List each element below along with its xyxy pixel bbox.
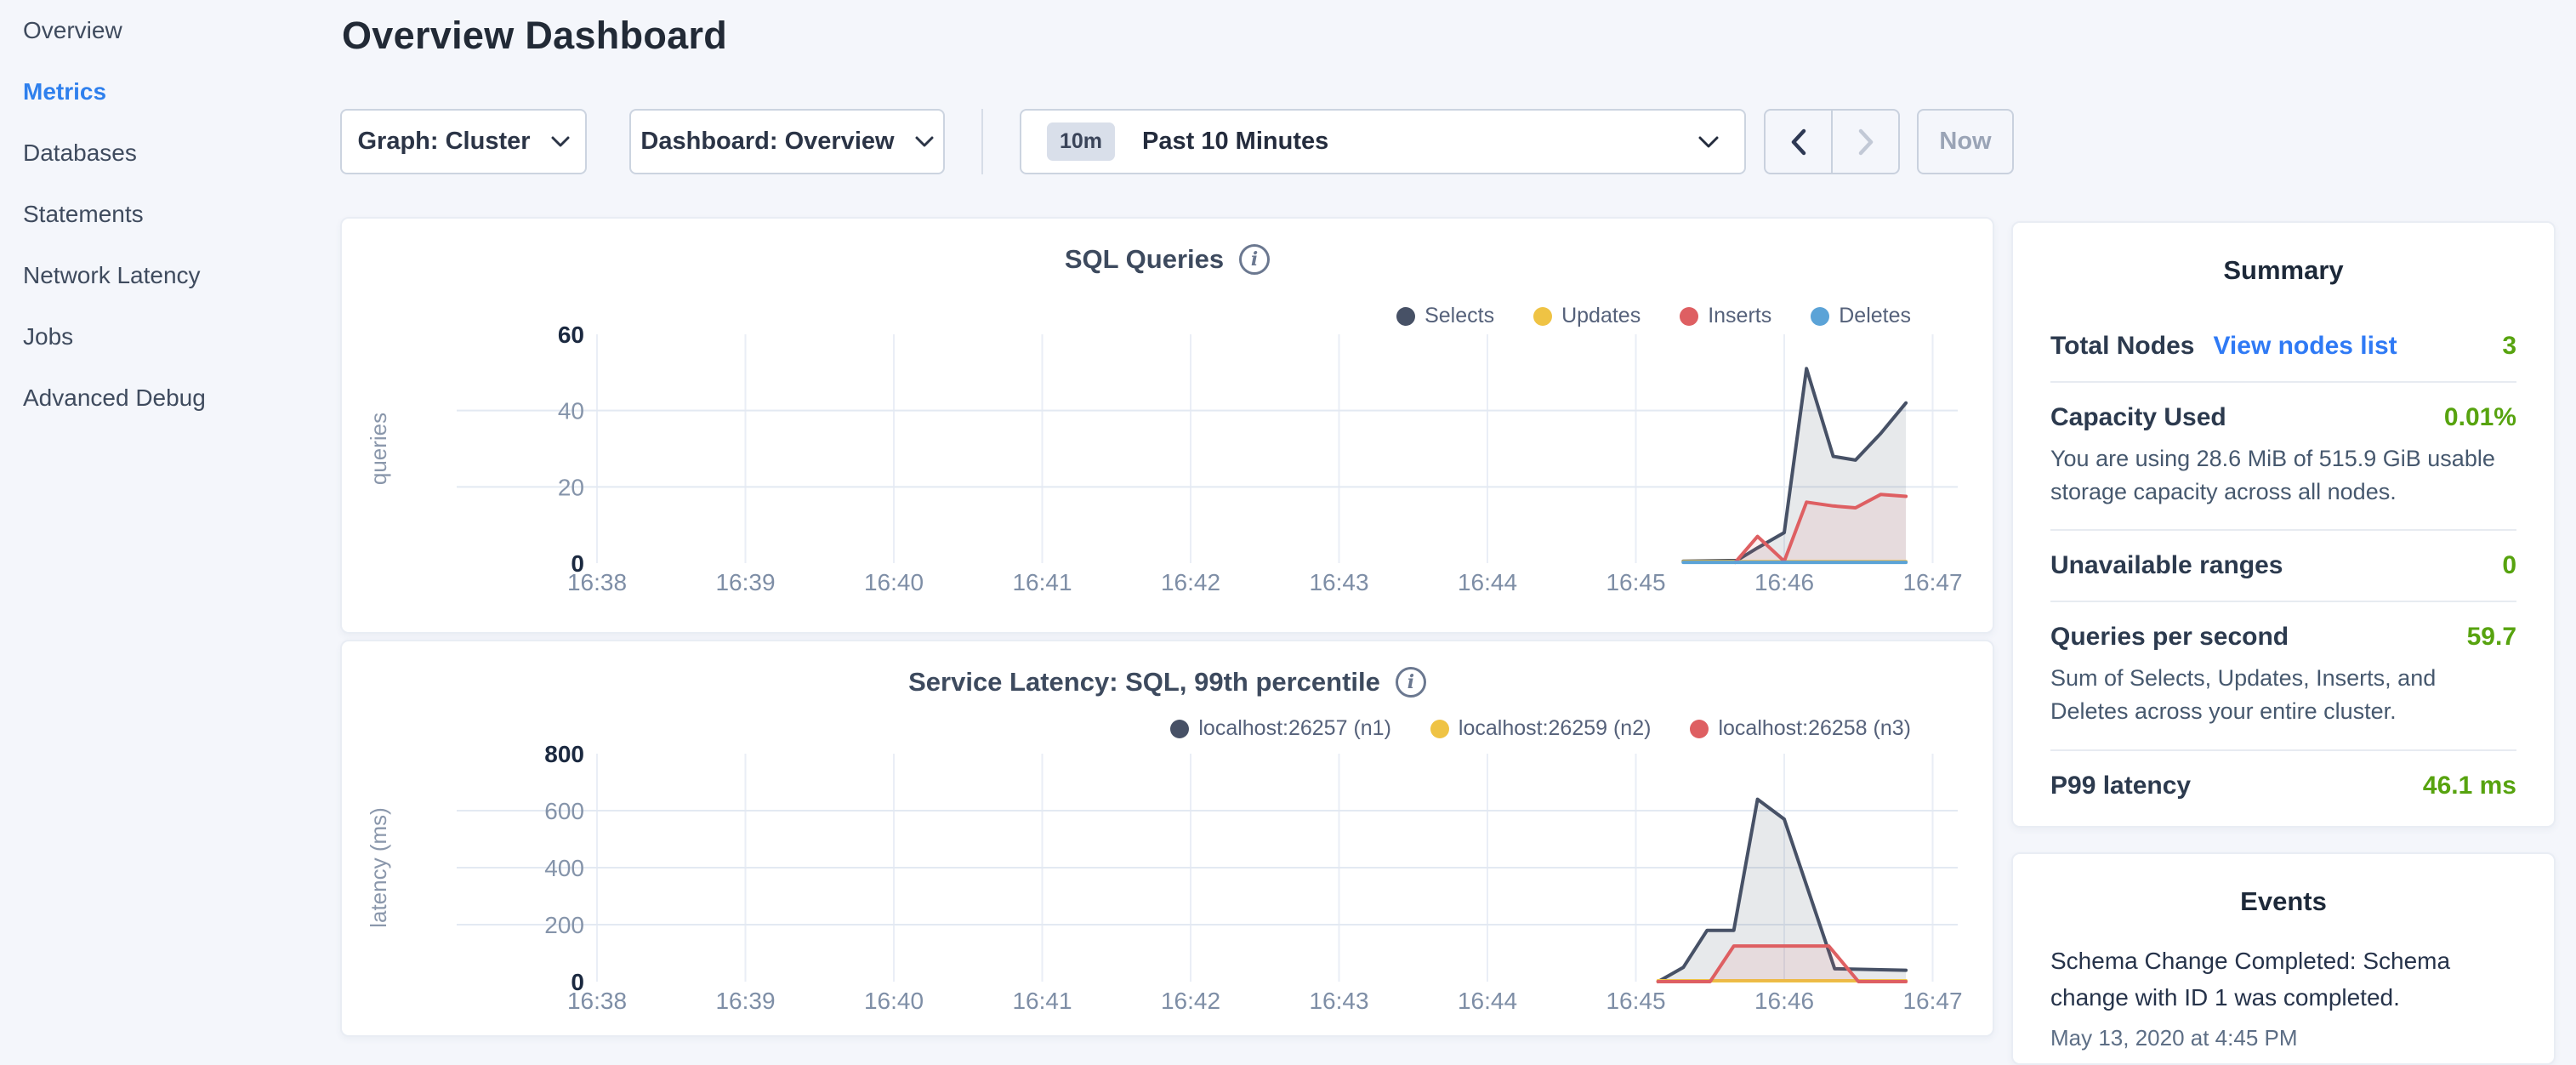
graph-dropdown[interactable]: Graph: Cluster — [340, 109, 587, 174]
sidebar-item-network-latency[interactable]: Network Latency — [23, 245, 329, 306]
chevron-down-icon — [551, 136, 570, 147]
svg-text:16:43: 16:43 — [1309, 569, 1368, 595]
summary-label: P99 latency — [2050, 772, 2191, 800]
summary-row-unavailable-ranges: Unavailable ranges 0 — [2050, 531, 2516, 602]
chevron-down-icon — [915, 136, 934, 147]
time-prev-button[interactable] — [1766, 111, 1831, 173]
summary-subtext: Sum of Selects, Updates, Inserts, and De… — [2050, 662, 2516, 728]
svg-text:16:42: 16:42 — [1161, 988, 1220, 1014]
sidebar-item-jobs[interactable]: Jobs — [23, 306, 329, 367]
event-list-item[interactable]: Schema Change Completed: Schema change w… — [2050, 943, 2516, 1051]
sidebar-item-advanced-debug[interactable]: Advanced Debug — [23, 367, 329, 429]
summary-panel: Summary Total Nodes View nodes list 3 Ca… — [2011, 221, 2556, 828]
summary-label: Unavailable ranges — [2050, 551, 2283, 580]
chevron-left-icon — [1790, 128, 1807, 156]
event-timestamp: May 13, 2020 at 4:45 PM — [2050, 1025, 2516, 1051]
summary-row-queries-per-second: Queries per second 59.7 Sum of Selects, … — [2050, 602, 2516, 750]
svg-text:16:43: 16:43 — [1309, 988, 1368, 1014]
events-title: Events — [2050, 886, 2516, 917]
svg-text:60: 60 — [558, 322, 584, 348]
sql-queries-plot[interactable]: 16:3816:3916:4016:4116:4216:4316:4416:45… — [342, 219, 1996, 635]
summary-value: 46.1 ms — [2423, 772, 2516, 800]
svg-text:16:44: 16:44 — [1458, 988, 1517, 1014]
svg-text:20: 20 — [558, 474, 584, 500]
service-latency-plot[interactable]: 16:3816:3916:4016:4116:4216:4316:4416:45… — [342, 641, 1996, 1039]
svg-text:16:39: 16:39 — [715, 569, 775, 595]
svg-text:16:39: 16:39 — [715, 988, 775, 1014]
svg-text:0: 0 — [571, 969, 584, 995]
svg-text:16:46: 16:46 — [1754, 988, 1814, 1014]
summary-value: 0.01% — [2444, 403, 2516, 432]
service-latency-chart-card: Service Latency: SQL, 99th percentile i … — [340, 640, 1994, 1037]
summary-row-capacity-used: Capacity Used 0.01% You are using 28.6 M… — [2050, 383, 2516, 531]
controls-divider — [981, 109, 983, 174]
page-title: Overview Dashboard — [342, 14, 727, 58]
summary-value: 0 — [2502, 551, 2516, 580]
svg-text:16:45: 16:45 — [1606, 988, 1665, 1014]
chevron-down-icon — [1698, 136, 1719, 148]
sidebar-item-statements[interactable]: Statements — [23, 184, 329, 245]
svg-text:16:46: 16:46 — [1754, 569, 1814, 595]
svg-text:16:42: 16:42 — [1161, 569, 1220, 595]
sidebar: Overview Metrics Databases Statements Ne… — [23, 0, 329, 429]
time-range-label: Past 10 Minutes — [1142, 128, 1698, 156]
summary-label: Capacity Used — [2050, 403, 2226, 432]
summary-row-p99-latency: P99 latency 46.1 ms — [2050, 751, 2516, 821]
summary-value: 59.7 — [2467, 623, 2516, 652]
sql-queries-chart-card: SQL Queries i Selects Updates Inserts De… — [340, 217, 1994, 634]
time-range-select[interactable]: 10m Past 10 Minutes — [1020, 109, 1746, 174]
svg-text:40: 40 — [558, 398, 584, 424]
controls-bar: Graph: Cluster Dashboard: Overview 10m P… — [340, 109, 2014, 174]
app-root: Overview Metrics Databases Statements Ne… — [0, 0, 2576, 1051]
events-panel: Events Schema Change Completed: Schema c… — [2011, 852, 2556, 1065]
svg-text:16:44: 16:44 — [1458, 569, 1517, 595]
sidebar-item-databases[interactable]: Databases — [23, 122, 329, 184]
time-range-badge: 10m — [1047, 122, 1115, 161]
svg-text:200: 200 — [544, 912, 584, 938]
summary-row-total-nodes: Total Nodes View nodes list 3 — [2050, 311, 2516, 383]
sidebar-item-overview[interactable]: Overview — [23, 0, 329, 61]
view-nodes-link[interactable]: View nodes list — [2213, 332, 2397, 361]
svg-text:16:40: 16:40 — [864, 988, 924, 1014]
svg-text:0: 0 — [571, 550, 584, 577]
event-message: Schema Change Completed: Schema change w… — [2050, 943, 2516, 1017]
chevron-right-icon — [1857, 128, 1874, 156]
now-button[interactable]: Now — [1917, 109, 2014, 174]
graph-dropdown-label: Graph: Cluster — [357, 128, 530, 156]
svg-text:16:47: 16:47 — [1902, 569, 1962, 595]
summary-subtext: You are using 28.6 MiB of 515.9 GiB usab… — [2050, 442, 2516, 509]
svg-text:16:47: 16:47 — [1902, 988, 1962, 1014]
svg-text:16:41: 16:41 — [1012, 988, 1072, 1014]
summary-label: Total Nodes — [2050, 332, 2194, 361]
dashboard-dropdown-label: Dashboard: Overview — [640, 128, 894, 156]
svg-text:queries: queries — [366, 413, 391, 485]
svg-text:600: 600 — [544, 798, 584, 824]
summary-value: 3 — [2502, 332, 2516, 361]
svg-text:16:45: 16:45 — [1606, 569, 1665, 595]
svg-text:800: 800 — [544, 741, 584, 767]
svg-text:16:40: 16:40 — [864, 569, 924, 595]
summary-label: Queries per second — [2050, 623, 2289, 652]
summary-title: Summary — [2050, 255, 2516, 286]
time-next-button[interactable] — [1831, 111, 1898, 173]
svg-text:16:41: 16:41 — [1012, 569, 1072, 595]
sidebar-item-metrics[interactable]: Metrics — [23, 61, 329, 122]
time-step-buttons — [1764, 109, 1900, 174]
dashboard-dropdown[interactable]: Dashboard: Overview — [629, 109, 945, 174]
svg-text:latency (ms): latency (ms) — [366, 807, 391, 928]
svg-text:400: 400 — [544, 855, 584, 881]
